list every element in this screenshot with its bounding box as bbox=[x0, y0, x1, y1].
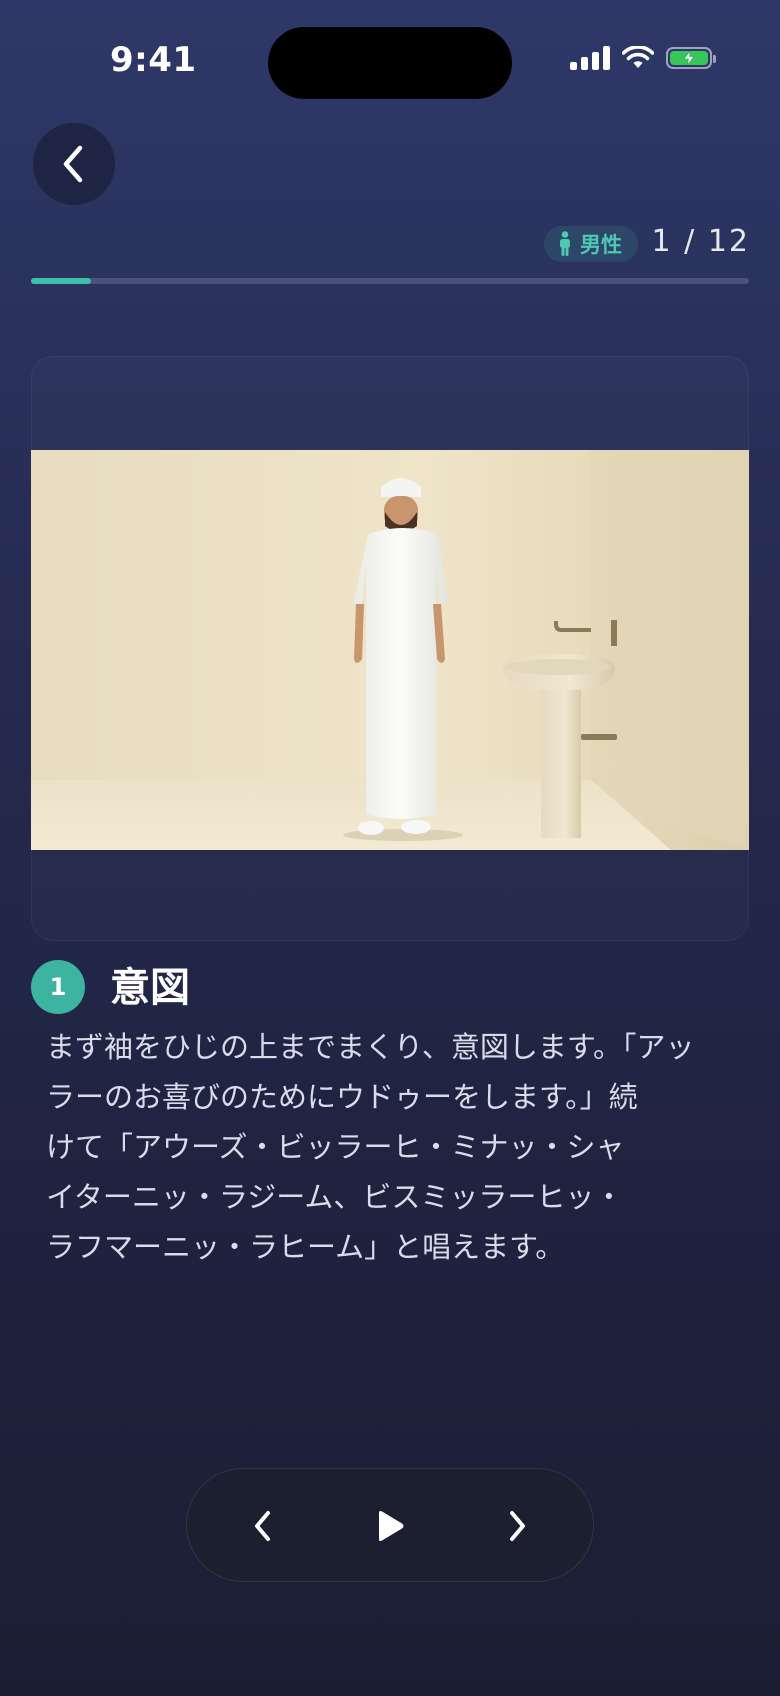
next-button[interactable] bbox=[488, 1497, 546, 1555]
progress-fill bbox=[31, 278, 91, 284]
step-title: 意図 bbox=[110, 965, 190, 1011]
gender-badge: 男性 bbox=[544, 226, 638, 262]
status-time: 9:41 bbox=[110, 40, 197, 80]
cellular-signal-icon bbox=[570, 46, 610, 70]
play-icon bbox=[379, 1511, 404, 1541]
play-button[interactable] bbox=[361, 1497, 419, 1555]
description-line: けて「アウーズ・ビッラーヒ・ミナッ・シャ bbox=[46, 1130, 625, 1164]
description-line: まず袖をひじの上までまくり、意図します。「アッ bbox=[46, 1030, 695, 1064]
dynamic-island bbox=[268, 27, 512, 99]
wudu-illustration bbox=[31, 450, 749, 850]
step-counter: 1 / 12 bbox=[651, 224, 750, 259]
previous-button[interactable] bbox=[234, 1497, 292, 1555]
description-line: イターニッ・ラジーム、ビスミッラーヒッ・ bbox=[46, 1180, 624, 1214]
status-icons bbox=[570, 46, 716, 70]
description-line: ラーのお喜びのためにウドゥーをします。」続 bbox=[46, 1080, 638, 1114]
progress-bar bbox=[31, 278, 749, 284]
description-line: ラフマーニッ・ラヒーム」と唱えます。 bbox=[46, 1230, 565, 1264]
chevron-left-icon bbox=[63, 145, 83, 183]
wifi-icon bbox=[622, 46, 654, 68]
person-icon bbox=[560, 231, 570, 256]
playback-controls bbox=[186, 1468, 594, 1582]
step-number-badge: 1 bbox=[31, 960, 85, 1014]
step-description: まず袖をひじの上までまくり、意図します。「アッ ラーのお喜びのためにウドゥーをし… bbox=[46, 1022, 736, 1272]
chevron-right-icon bbox=[510, 1511, 525, 1541]
back-button[interactable] bbox=[32, 122, 116, 206]
battery-charging-icon bbox=[666, 47, 716, 69]
gender-label: 男性 bbox=[580, 233, 622, 257]
chevron-left-icon bbox=[255, 1511, 270, 1541]
